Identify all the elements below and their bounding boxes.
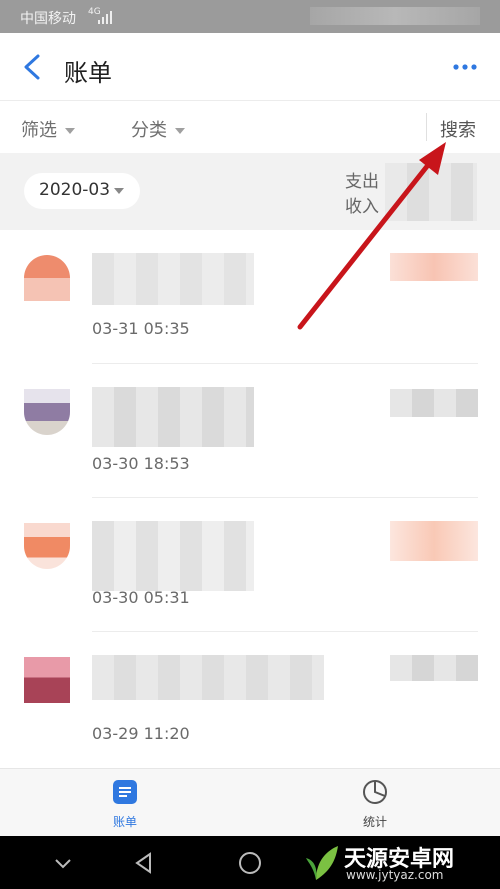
watermark: 天源安卓网 www.jytyaz.com xyxy=(302,836,500,889)
watermark-url: www.jytyaz.com xyxy=(346,868,444,882)
pie-chart-icon xyxy=(363,780,387,804)
transaction-time: 03-30 05:31 xyxy=(92,588,190,607)
signal-strength-icon xyxy=(98,11,112,24)
divider xyxy=(426,113,427,141)
transaction-row[interactable]: 03-30 05:31 xyxy=(0,498,500,632)
transaction-time: 03-29 11:20 xyxy=(92,724,190,743)
chevron-down-icon xyxy=(175,128,185,134)
transaction-row[interactable]: 03-29 11:20 xyxy=(0,632,500,766)
carrier-name: 中国移动 xyxy=(20,11,76,27)
back-icon[interactable] xyxy=(131,850,157,876)
title-bar: 账单 xyxy=(0,33,500,101)
leaf-logo-icon xyxy=(306,846,338,880)
more-options-icon[interactable] xyxy=(452,55,478,79)
status-icons-blurred xyxy=(310,7,480,25)
chevron-down-icon xyxy=(65,128,75,134)
page-title: 账单 xyxy=(64,59,112,87)
month-summary-bar: 2020-03 支出 收入 xyxy=(0,153,500,230)
transaction-row[interactable]: 03-31 05:35 xyxy=(0,230,500,364)
month-value: 2020-03 xyxy=(39,180,111,200)
month-picker[interactable]: 2020-03 xyxy=(24,173,140,209)
filter-bar: 筛选 分类 搜索 xyxy=(0,101,500,153)
avatar xyxy=(24,389,70,435)
transaction-title-blurred xyxy=(92,521,254,591)
avatar xyxy=(24,657,70,703)
category-dropdown[interactable]: 分类 xyxy=(131,116,185,142)
transaction-title-blurred xyxy=(92,387,254,447)
tab-bill[interactable]: 账单 xyxy=(85,779,165,830)
status-bar: 中国移动 4G xyxy=(0,0,500,33)
chevron-down-icon xyxy=(114,188,124,194)
bottom-tab-bar: 账单 统计 xyxy=(0,768,500,836)
transaction-amount-blurred xyxy=(390,521,478,561)
transaction-amount-blurred xyxy=(390,655,478,681)
bill-list-icon xyxy=(113,780,137,804)
transaction-title-blurred xyxy=(92,253,254,305)
tab-label: 账单 xyxy=(112,815,137,829)
tab-statistics[interactable]: 统计 xyxy=(335,779,415,830)
expense-label: 支出 xyxy=(345,172,379,192)
transaction-time: 03-31 05:35 xyxy=(92,319,190,338)
avatar xyxy=(24,523,70,569)
income-label: 收入 xyxy=(345,197,379,217)
transaction-title-blurred xyxy=(92,655,324,700)
transaction-amount-blurred xyxy=(390,389,478,417)
tab-label: 统计 xyxy=(362,815,387,829)
transaction-row[interactable]: 03-30 18:53 xyxy=(0,364,500,498)
filter-label: 筛选 xyxy=(21,120,57,141)
category-label: 分类 xyxy=(131,120,167,141)
avatar xyxy=(24,255,70,301)
summary-amounts-blurred xyxy=(385,163,477,221)
search-button[interactable]: 搜索 xyxy=(440,116,476,142)
transaction-amount-blurred xyxy=(390,253,478,281)
filter-dropdown[interactable]: 筛选 xyxy=(21,116,75,142)
home-icon[interactable] xyxy=(237,850,263,876)
collapse-icon[interactable] xyxy=(50,850,76,876)
back-arrow-icon[interactable] xyxy=(20,53,46,81)
transaction-time: 03-30 18:53 xyxy=(92,454,190,473)
